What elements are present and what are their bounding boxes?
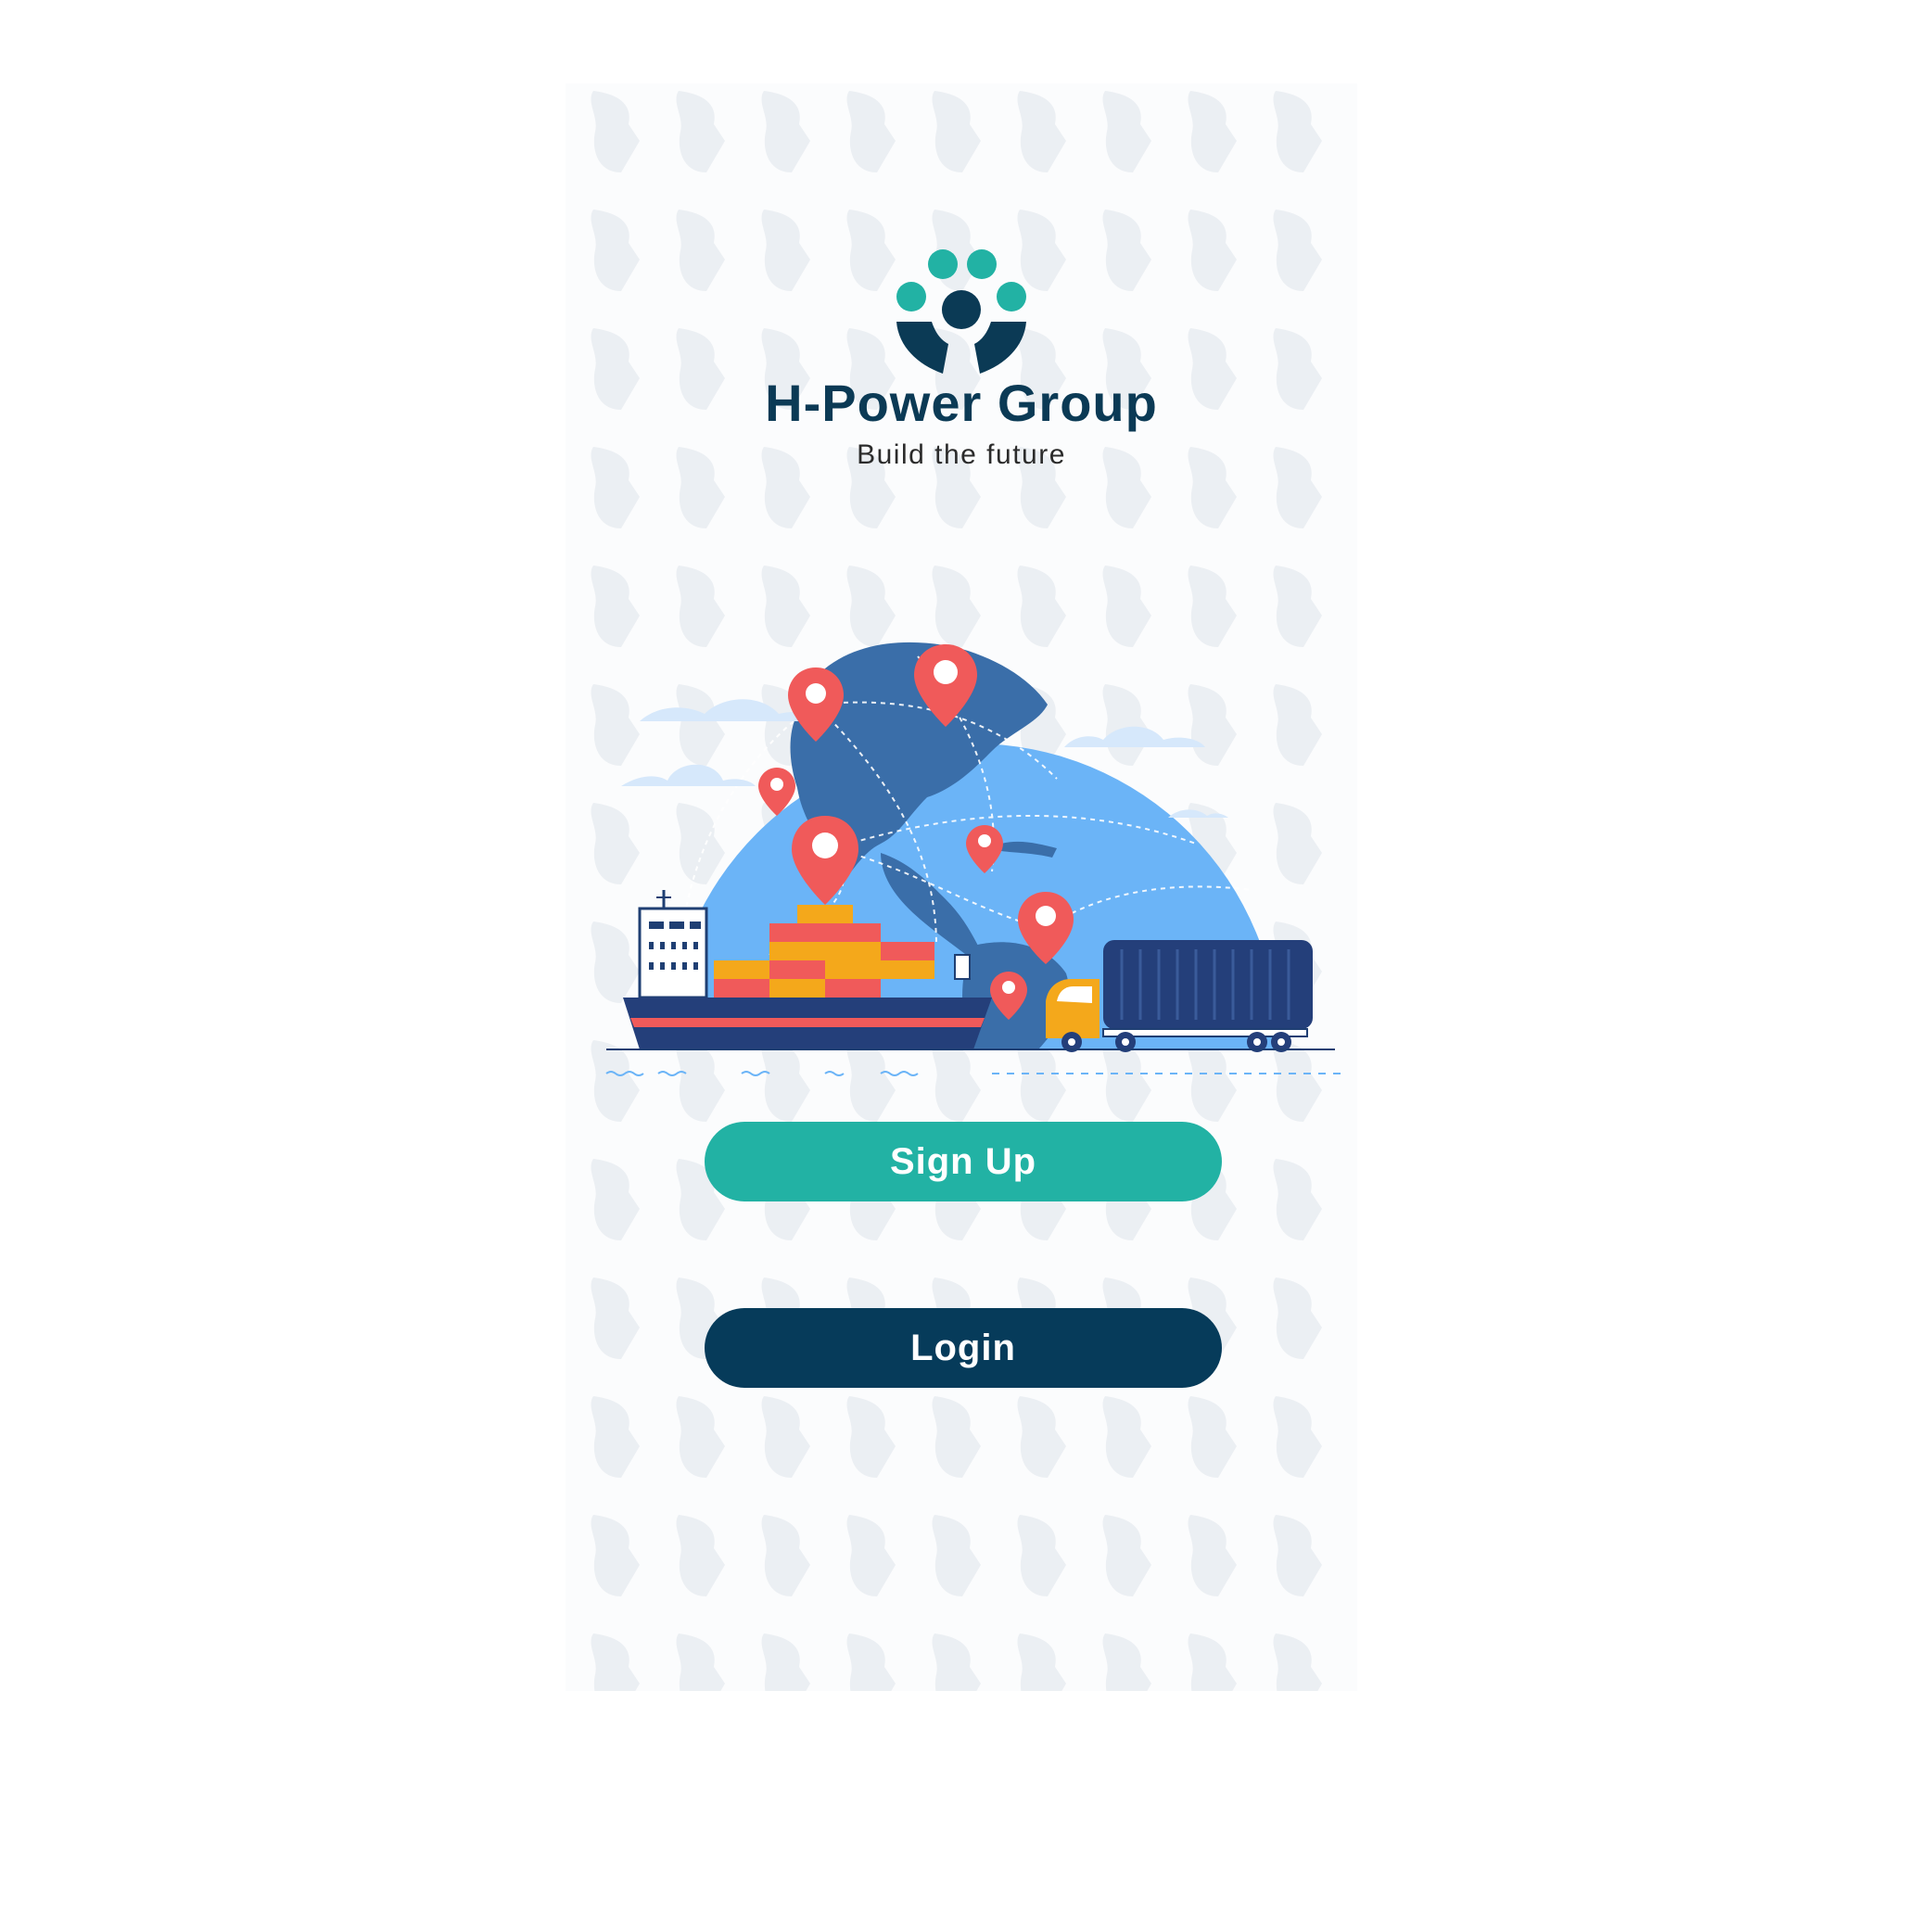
welcome-screen: H-Power Group Build the future Sign Up L…	[566, 83, 1357, 1691]
signup-button[interactable]: Sign Up	[705, 1122, 1222, 1201]
globe-logistics-illustration	[605, 642, 1344, 1076]
brand-tagline: Build the future	[857, 439, 1066, 470]
login-button[interactable]: Login	[705, 1308, 1222, 1388]
brand-logo-icon	[896, 249, 1026, 374]
page-canvas: H-Power Group Build the future Sign Up L…	[0, 0, 1932, 1932]
brand-name: H-Power Group	[765, 374, 1158, 432]
